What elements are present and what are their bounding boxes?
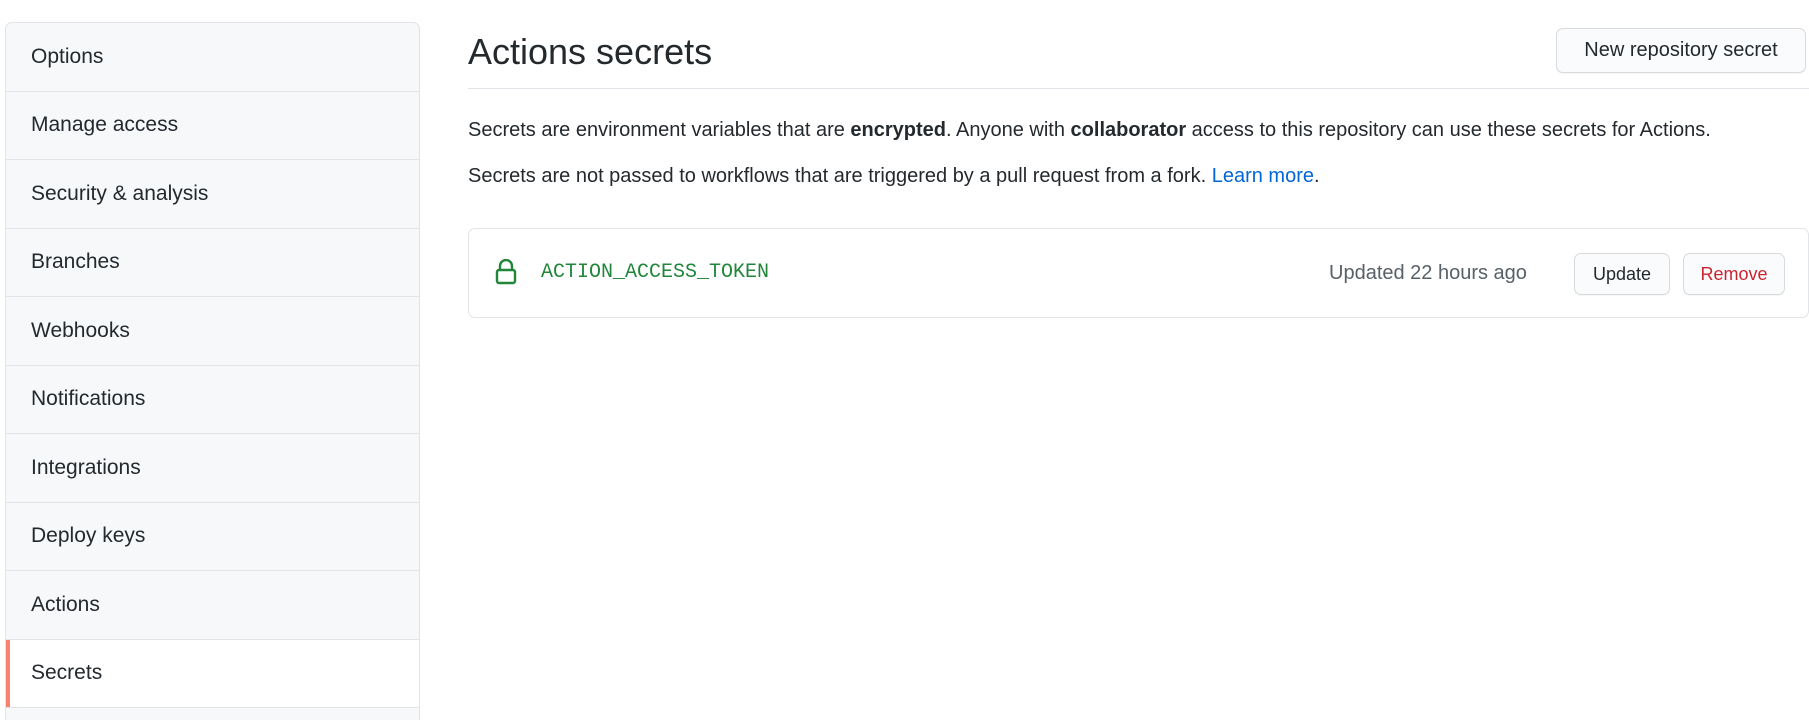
sidebar-item-branches[interactable]: Branches — [6, 229, 419, 297]
secret-name: ACTION_ACCESS_TOKEN — [541, 261, 770, 284]
fork-notice-text: Secrets are not passed to workflows that… — [468, 165, 1212, 187]
sidebar-item-label: Branches — [31, 250, 120, 274]
secrets-description: Secrets are environment variables that a… — [468, 116, 1711, 144]
sidebar-item-label: Options — [31, 44, 104, 68]
sidebar-item-label: Deploy keys — [31, 524, 146, 548]
description-text: Secrets are environment variables that a… — [468, 119, 851, 141]
page-header: Actions secrets New repository secret — [468, 0, 1809, 89]
sidebar-item-label: Actions — [31, 592, 100, 616]
secret-row: ACTION_ACCESS_TOKEN Updated 22 hours ago… — [468, 228, 1809, 318]
sidebar-item-label: Webhooks — [31, 318, 130, 342]
sidebar-item-webhooks[interactable]: Webhooks — [6, 297, 419, 366]
sidebar-item-label: Integrations — [31, 455, 141, 479]
sidebar-item-label: Notifications — [31, 387, 146, 411]
sidebar-item-label: Manage access — [31, 113, 179, 137]
new-repository-secret-button[interactable]: New repository secret — [1556, 28, 1806, 73]
secret-updated-time: Updated 22 hours ago — [1329, 262, 1527, 284]
description-emphasis: encrypted — [850, 119, 947, 141]
sidebar-item-secrets[interactable]: Secrets — [6, 639, 419, 708]
main-content: Actions secrets New repository secret Se… — [468, 0, 1809, 720]
description-text: . Anyone with — [946, 119, 1071, 141]
sidebar-item-label: Security & analysis — [31, 181, 209, 205]
description-text: access to this repository can use these … — [1186, 119, 1711, 141]
learn-more-link[interactable]: Learn more — [1212, 165, 1314, 187]
description-emphasis: collaborator — [1070, 119, 1187, 141]
sidebar-item-actions[interactable]: Actions — [6, 571, 419, 640]
page-title: Actions secrets — [468, 31, 713, 72]
sidebar-item-notifications[interactable]: Notifications — [6, 366, 419, 434]
remove-secret-button[interactable]: Remove — [1683, 253, 1785, 295]
settings-sidebar: Options Manage access Security & analysi… — [5, 22, 420, 720]
sidebar-item-integrations[interactable]: Integrations — [6, 434, 419, 503]
sidebar-item-label: Secrets — [31, 661, 103, 685]
update-secret-button[interactable]: Update — [1574, 253, 1670, 295]
sidebar-item-security-analysis[interactable]: Security & analysis — [6, 160, 419, 229]
lock-icon — [495, 258, 517, 285]
sidebar-item-deploy-keys[interactable]: Deploy keys — [6, 503, 419, 571]
fork-notice-end: . — [1313, 165, 1320, 187]
sidebar-item-options[interactable]: Options — [6, 23, 419, 92]
sidebar-item-manage-access[interactable]: Manage access — [6, 92, 419, 160]
fork-notice: Secrets are not passed to workflows that… — [468, 162, 1320, 190]
